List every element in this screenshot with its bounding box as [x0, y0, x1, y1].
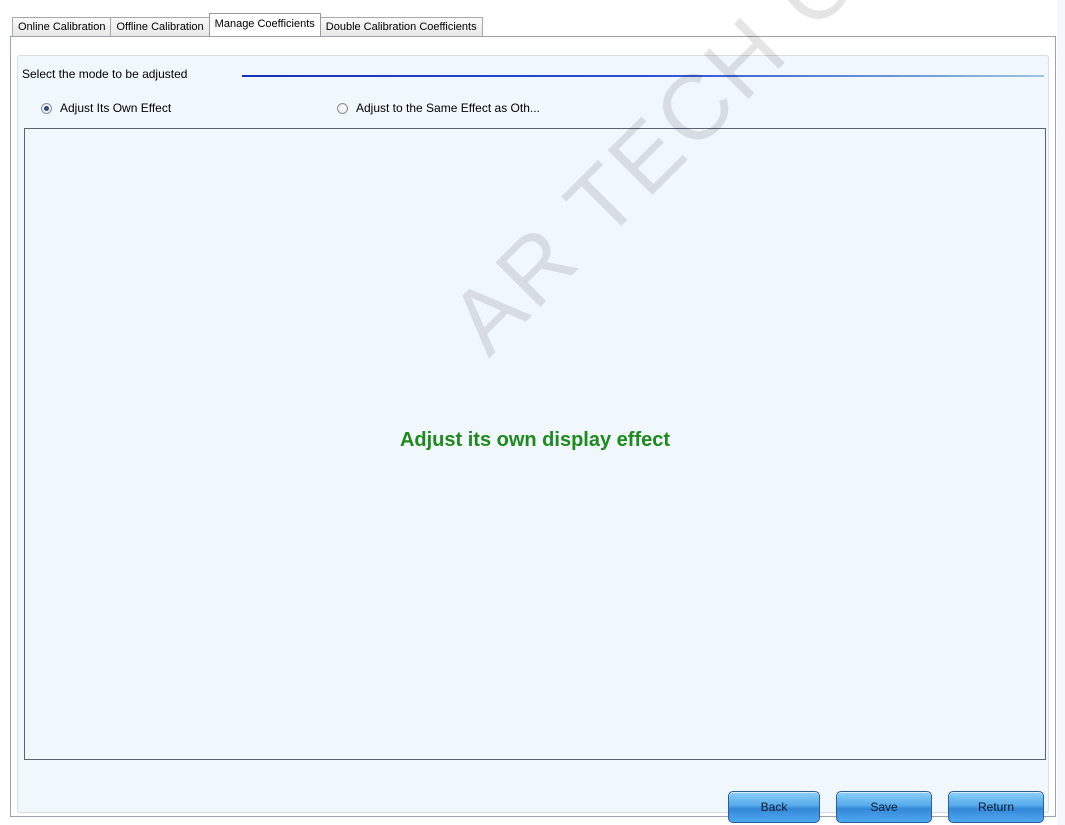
radio-own-effect[interactable]: Adjust Its Own Effect	[41, 101, 171, 115]
display-effect-message: Adjust its own display effect	[399, 429, 671, 451]
save-button[interactable]: Save	[836, 791, 932, 823]
back-button[interactable]: Back	[728, 791, 820, 823]
radio-unchecked-icon[interactable]	[337, 102, 348, 114]
tab-manage-coefficients[interactable]: Manage Coefficients	[208, 13, 321, 36]
tab-offline-calibration[interactable]: Offline Calibration	[110, 17, 210, 36]
radio-same-effect-label: Adjust to the Same Effect as Oth...	[356, 101, 540, 115]
mode-group-box: Select the mode to be adjusted Adjust It…	[17, 55, 1049, 823]
tab-double-calibration-coefficients[interactable]: Double Calibration Coefficients	[319, 17, 483, 36]
tab-content-panel: Select the mode to be adjusted Adjust It…	[10, 36, 1056, 823]
radio-same-effect[interactable]: Adjust to the Same Effect as Oth...	[337, 101, 540, 115]
return-button[interactable]: Return	[948, 791, 1044, 823]
tab-bar: Online Calibration Offline Calibration M…	[12, 13, 483, 36]
mode-group-title: Select the mode to be adjusted	[22, 67, 188, 81]
radio-own-effect-label: Adjust Its Own Effect	[60, 101, 172, 115]
calibration-window: Online Calibration Offline Calibration M…	[0, 0, 1065, 825]
group-divider	[242, 75, 1044, 77]
display-area: Adjust its own display effect	[24, 128, 1046, 760]
radio-checked-icon[interactable]	[41, 102, 52, 114]
tab-online-calibration[interactable]: Online Calibration	[12, 17, 112, 36]
window-edge	[1057, 0, 1065, 825]
